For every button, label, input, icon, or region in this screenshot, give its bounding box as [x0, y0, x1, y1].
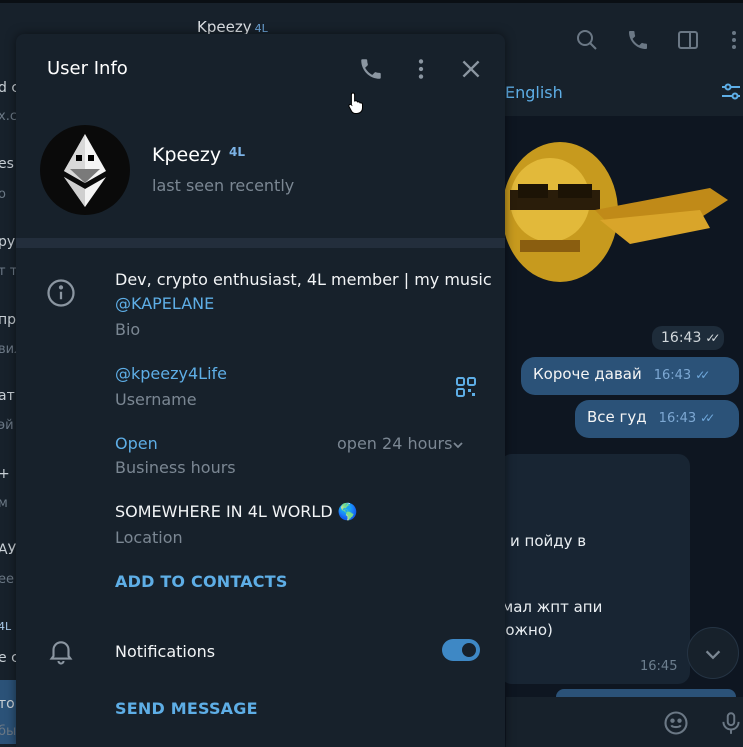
profile-status: last seen recently [152, 176, 295, 195]
scroll-to-bottom-button[interactable] [687, 627, 739, 679]
microphone-icon[interactable] [718, 709, 743, 737]
location-value[interactable]: SOMEWHERE IN 4L WORLD 🌎 [115, 502, 358, 521]
incoming-message-time: 16:45 [640, 659, 678, 674]
message-composer [506, 697, 743, 747]
read-ticks-icon: ✓✓ [700, 411, 715, 425]
emoji-icon[interactable] [662, 709, 690, 737]
chat-list-text[interactable]: ее [0, 572, 14, 587]
chat-list-text[interactable]: м [0, 496, 8, 511]
outgoing-message[interactable]: Все гуд 16:43 ✓✓ [575, 400, 739, 438]
chat-list-text[interactable]: es [0, 156, 14, 172]
chat-list-text[interactable]: x.c [0, 109, 16, 124]
info-icon [47, 279, 75, 307]
hand-cursor-icon [348, 92, 363, 114]
chat-list-text[interactable]: o [0, 187, 6, 202]
business-hours-status[interactable]: Open [115, 434, 158, 453]
chat-list-text[interactable]: ат [0, 388, 15, 404]
bio-text: Dev, crypto enthusiast, 4L member | my m… [115, 270, 492, 289]
message-text: Все гуд [587, 408, 647, 426]
user-info-dialog: User Info Kpeezy 4L last seen recently D… [16, 34, 505, 747]
ethereum-logo-icon [64, 134, 106, 207]
chat-list-text[interactable]: АУ [0, 542, 16, 558]
business-hours-value[interactable]: open 24 hours [337, 434, 452, 453]
message-text: Короче давай [533, 365, 642, 383]
username-value[interactable]: @kpeezy4Life [115, 364, 227, 383]
username-label: Username [115, 390, 197, 409]
avatar[interactable] [40, 125, 130, 215]
chat-list-text[interactable]: d c [0, 80, 16, 96]
notifications-toggle[interactable] [442, 639, 480, 661]
chat-list-text[interactable]: е с [0, 650, 16, 666]
chat-list-text[interactable]: ру [0, 234, 15, 250]
more-vertical-icon[interactable] [722, 28, 743, 52]
read-ticks-icon: ✓✓ [705, 331, 720, 345]
bio-link[interactable]: @KAPELANE [115, 294, 214, 313]
incoming-message-text: и пойду в [510, 532, 587, 550]
section-divider [16, 238, 505, 248]
chat-list-text[interactable]: пр [0, 312, 16, 328]
call-icon[interactable] [626, 28, 650, 52]
business-hours-label: Business hours [115, 458, 236, 477]
more-vertical-icon[interactable] [408, 56, 434, 82]
send-message-button[interactable]: SEND MESSAGE [115, 699, 258, 718]
phone-icon[interactable] [358, 56, 384, 82]
bio-label: Bio [115, 320, 141, 339]
close-icon[interactable] [458, 56, 484, 82]
bell-icon [49, 641, 73, 665]
chat-list-text[interactable]: + [0, 466, 10, 482]
add-to-contacts-button[interactable]: ADD TO CONTACTS [115, 572, 288, 591]
filter-icon[interactable] [719, 80, 743, 104]
profile-badge: 4L [229, 145, 245, 159]
chat-list-text[interactable]: то [0, 696, 15, 712]
search-icon[interactable] [575, 28, 599, 52]
dialog-title: User Info [47, 58, 128, 79]
toggle-knob [460, 641, 478, 659]
notifications-label: Notifications [115, 642, 216, 661]
chat-list-text[interactable]: т то [0, 264, 16, 279]
chat-list-text[interactable]: бы [0, 724, 16, 739]
location-label: Location [115, 528, 183, 547]
chevron-down-icon[interactable] [452, 439, 464, 451]
read-ticks-icon: ✓✓ [695, 368, 710, 382]
chat-list-text[interactable]: 4L [0, 620, 11, 633]
incoming-message[interactable] [500, 454, 690, 684]
chat-list-sidebar: d c x.c es o ру т то пр вил ат эй + м АУ… [0, 74, 16, 747]
sticker-image [502, 142, 728, 282]
sticker-time: 16:43 [661, 330, 702, 346]
translate-language-link[interactable]: English [505, 83, 563, 102]
chevron-down-icon [705, 650, 721, 660]
chat-list-text[interactable]: эй [0, 418, 14, 433]
profile-name: Kpeezy [152, 144, 222, 166]
sticker-time-pill: 16:43 ✓✓ [652, 326, 725, 350]
chat-list-text[interactable]: вил [0, 342, 16, 357]
incoming-message-text: гмал жпт апи [494, 598, 603, 616]
message-time: 16:43 [658, 411, 697, 426]
sidebar-toggle-icon[interactable] [676, 28, 700, 52]
message-time: 16:43 [653, 368, 692, 383]
outgoing-message[interactable]: Короче давай 16:43 ✓✓ [521, 357, 739, 395]
qr-code-icon[interactable] [454, 375, 478, 399]
